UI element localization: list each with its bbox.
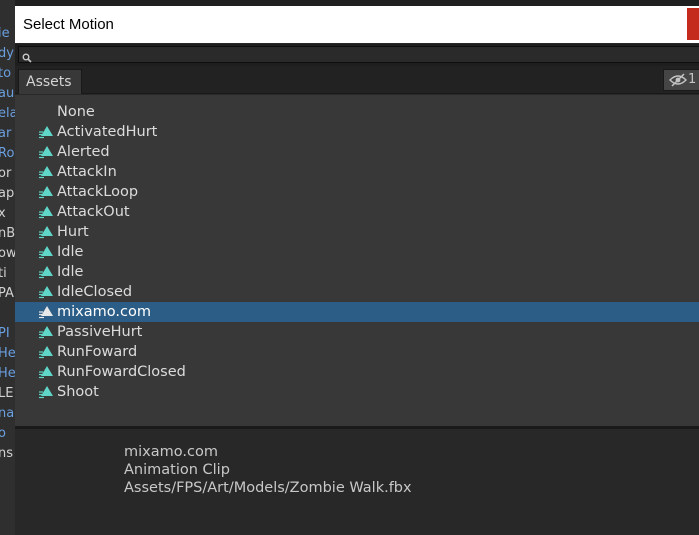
background-inspector-fragment: ela <box>0 106 15 121</box>
list-item-label: RunFowardClosed <box>57 364 186 380</box>
list-item[interactable]: AttackIn <box>15 162 699 182</box>
list-item[interactable]: Shoot <box>15 382 699 402</box>
background-inspector-fragment: ar <box>0 126 12 141</box>
list-item[interactable]: Alerted <box>15 142 699 162</box>
background-inspector-fragment: dy <box>0 46 14 61</box>
list-item[interactable]: RunFowardClosed <box>15 362 699 382</box>
list-item-label: ActivatedHurt <box>57 124 158 140</box>
animation-clip-icon <box>39 184 55 200</box>
background-inspector-fragment: ns <box>0 446 14 461</box>
list-item[interactable]: AttackLoop <box>15 182 699 202</box>
list-item-label: Idle <box>57 264 84 280</box>
hidden-count: 1 <box>688 72 697 87</box>
background-inspector-fragment: to <box>0 66 12 81</box>
background-inspector-fragment: or <box>0 166 12 181</box>
animation-clip-icon <box>39 384 55 400</box>
hidden-packages-toggle[interactable]: 1 <box>663 69 699 91</box>
animation-clip-icon <box>39 204 55 220</box>
list-item[interactable]: mixamo.com <box>15 302 699 322</box>
animation-clip-icon <box>39 364 55 380</box>
background-inspector-fragment: He <box>0 366 15 381</box>
background-inspector-fragment: ap <box>0 186 15 201</box>
list-item-label: mixamo.com <box>57 304 151 320</box>
background-inspector-fragment: ti <box>0 266 7 281</box>
title-bar[interactable]: Select Motion <box>15 6 699 43</box>
list-item-label: AttackOut <box>57 204 130 220</box>
list-item-label: Hurt <box>57 224 89 240</box>
list-item-label: Idle <box>57 244 84 260</box>
animation-clip-icon <box>39 304 55 320</box>
list-item[interactable]: IdleClosed <box>15 282 699 302</box>
preview-path: Assets/FPS/Art/Models/Zombie Walk.fbx <box>124 480 412 496</box>
animation-clip-icon <box>39 264 55 280</box>
animation-clip-icon <box>39 284 55 300</box>
background-inspector-fragment: na <box>0 406 15 421</box>
background-inspector: ie dy to au ela ar Ro or ap x nB ow ti PA PI He He LE na on… <box>0 0 15 535</box>
list-item-label: Alerted <box>57 144 110 160</box>
tab-bar: Assets 1 <box>15 66 699 94</box>
list-item[interactable]: Hurt <box>15 222 699 242</box>
background-inspector-fragment: o <box>0 426 6 441</box>
background-inspector-fragment: He <box>0 346 15 361</box>
animation-clip-icon <box>39 344 55 360</box>
background-inspector-fragment: PA <box>0 286 14 301</box>
list-item[interactable]: AttackOut <box>15 202 699 222</box>
list-item[interactable]: None <box>15 102 699 122</box>
close-button[interactable] <box>687 8 699 40</box>
background-inspector-fragment: nB <box>0 226 15 241</box>
search-input[interactable] <box>18 46 699 63</box>
list-item[interactable]: Idle <box>15 262 699 282</box>
preview-name: mixamo.com <box>124 444 218 460</box>
list-item-label: Shoot <box>57 384 99 400</box>
background-inspector-fragment: PI <box>0 326 10 341</box>
asset-list: None ActivatedHurt Alerted AttackIn AttackLo… <box>15 95 699 426</box>
search-icon <box>22 48 32 67</box>
background-inspector-fragment: LE <box>0 386 14 401</box>
preview-panel: mixamo.com Animation Clip Assets/FPS/Art… <box>15 429 699 535</box>
list-item-label: PassiveHurt <box>57 324 143 340</box>
tab-assets[interactable]: Assets <box>18 69 82 94</box>
background-inspector-fragment: au <box>0 86 15 101</box>
list-item-label: IdleClosed <box>57 284 133 300</box>
list-item-label: AttackLoop <box>57 184 139 200</box>
background-inspector-fragment: ow <box>0 246 15 261</box>
animation-clip-icon <box>39 124 55 140</box>
animation-clip-icon <box>39 244 55 260</box>
animation-clip-icon <box>39 164 55 180</box>
animation-clip-icon <box>39 144 55 160</box>
background-inspector-fragment: ie <box>0 26 10 41</box>
list-item-label: None <box>57 104 95 120</box>
animation-clip-icon <box>39 224 55 240</box>
list-item-label: AttackIn <box>57 164 117 180</box>
list-item[interactable]: ActivatedHurt <box>15 122 699 142</box>
background-inspector-fragment: Ro <box>0 146 15 161</box>
list-item-label: RunFoward <box>57 344 138 360</box>
animation-clip-icon <box>39 324 55 340</box>
preview-type: Animation Clip <box>124 462 230 478</box>
search-bar <box>15 44 699 66</box>
window-title: Select Motion <box>23 16 114 33</box>
background-inspector-fragment: x <box>0 206 6 221</box>
select-motion-dialog: Select Motion Assets 1 None ActivatedHurt… <box>15 6 699 535</box>
list-item[interactable]: PassiveHurt <box>15 322 699 342</box>
list-item[interactable]: RunFoward <box>15 342 699 362</box>
eye-hidden-icon <box>669 73 687 87</box>
list-item[interactable]: Idle <box>15 242 699 262</box>
